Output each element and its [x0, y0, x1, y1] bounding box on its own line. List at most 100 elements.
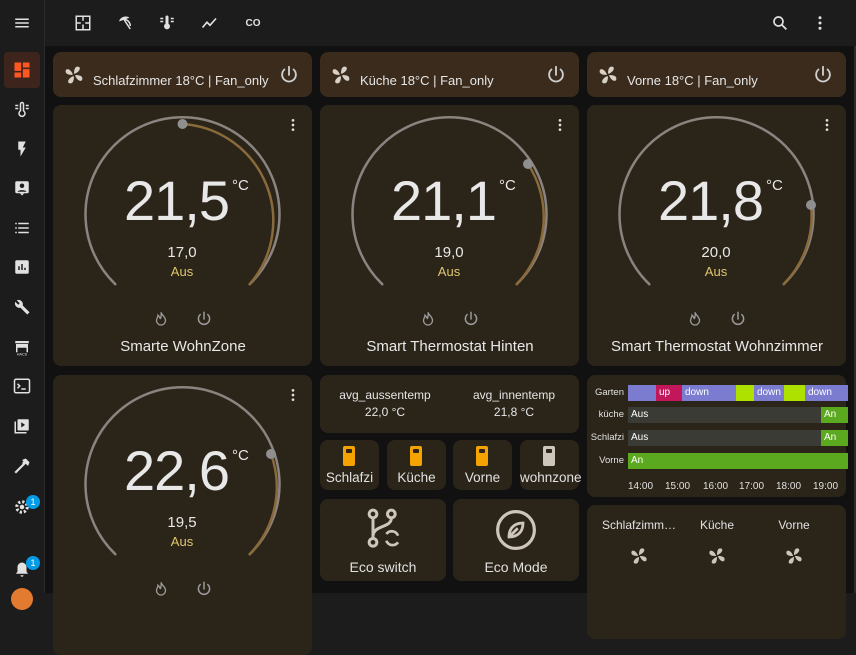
device-button[interactable]: Schlafzi: [320, 440, 379, 490]
device-button[interactable]: Küche: [387, 440, 446, 490]
timeline-segment[interactable]: [736, 385, 754, 401]
timeline-row-label: Schlafzi: [590, 432, 624, 443]
avg-inside-value: 21,8 °C: [493, 405, 535, 419]
flame-icon[interactable]: [419, 310, 437, 328]
more-info-icon[interactable]: [285, 117, 301, 133]
target-temperature: 17,0: [167, 244, 197, 261]
eco-mode-button[interactable]: Eco Mode: [453, 499, 579, 581]
radiator-valve-icon: [476, 446, 488, 466]
fan-icon: [65, 66, 83, 84]
current-temperature: 21,8: [658, 169, 764, 232]
climate-header-card[interactable]: Schlafzimmer 18°C | Fan_only: [53, 52, 312, 97]
temperature-unit: °C: [232, 177, 249, 194]
device-button[interactable]: wohnzone: [520, 440, 582, 490]
temperature-unit: °C: [499, 177, 516, 194]
timeline-tick-label: 15:00: [665, 481, 691, 492]
eco-mode-label: Eco Mode: [484, 559, 548, 575]
sidebar-item-terminal[interactable]: [0, 368, 44, 404]
more-menu-button[interactable]: [808, 11, 832, 35]
hvac-mode: Aus: [437, 264, 461, 279]
avatar[interactable]: [11, 588, 33, 610]
floorplan-icon: [75, 15, 91, 31]
thermostat-dial[interactable]: [320, 105, 579, 366]
tab-weather[interactable]: [113, 11, 137, 35]
tab-history[interactable]: [198, 11, 222, 35]
thermostat-card[interactable]: 22,6 °C 19,5 Aus: [53, 375, 312, 655]
leaf-circle-icon: [496, 510, 536, 550]
more-info-icon[interactable]: [819, 117, 835, 133]
climate-header-card[interactable]: Vorne 18°C | Fan_only: [587, 52, 846, 97]
thermostat-card[interactable]: 21,1 °C 19,0 Aus Smart Thermostat Hinten: [320, 105, 579, 366]
thermostat-name: Smarte WohnZone: [120, 338, 246, 355]
climate-header-card[interactable]: Küche 18°C | Fan_only: [320, 52, 579, 97]
tab-thermometer[interactable]: [155, 11, 179, 35]
dots-vertical-icon: [818, 16, 822, 30]
search-icon: [773, 16, 788, 31]
co-icon: CO: [245, 17, 261, 29]
sidebar-item-thermo[interactable]: [0, 92, 44, 128]
device-label: Schlafzi: [325, 470, 374, 485]
flame-icon[interactable]: [152, 310, 170, 328]
sidebar-item-dev-tools[interactable]: [0, 448, 44, 484]
timeline-segment[interactable]: up: [656, 385, 682, 401]
timeline-segment[interactable]: Aus: [628, 430, 821, 446]
sidebar-item-energy[interactable]: [0, 131, 44, 167]
flame-icon[interactable]: [152, 580, 170, 598]
sidebar-item-history[interactable]: [0, 249, 44, 285]
sidebar-item-notifications[interactable]: 1: [0, 552, 44, 588]
device-button[interactable]: Vorne: [453, 440, 512, 490]
timeline-segment[interactable]: down: [682, 385, 736, 401]
source-branch-sync-icon: [367, 508, 400, 548]
fan-icon[interactable]: [629, 546, 649, 566]
dashboard-view: Schlafzimmer 18°C | Fan_only Küche 18°C …: [45, 46, 856, 655]
timeline-row-label: Garten: [594, 387, 624, 398]
thermostat-dial[interactable]: [53, 105, 312, 366]
flame-icon[interactable]: [686, 310, 704, 328]
more-info-icon[interactable]: [552, 117, 568, 133]
timeline-segment[interactable]: Aus: [628, 407, 821, 423]
power-icon[interactable]: [195, 580, 213, 598]
timeline-segment[interactable]: down: [805, 385, 848, 401]
tab-co[interactable]: CO: [241, 11, 265, 35]
sidebar-item-store[interactable]: HACS: [0, 329, 44, 365]
timeline-row-label: Vorne: [599, 455, 624, 466]
search-button[interactable]: [768, 11, 792, 35]
menu-button[interactable]: [0, 0, 44, 46]
sidebar-item-media[interactable]: [0, 408, 44, 444]
timeline-segment[interactable]: [628, 385, 656, 401]
power-icon[interactable]: [462, 310, 480, 328]
fan-icon[interactable]: [707, 546, 727, 566]
temperature-unit: °C: [766, 177, 783, 194]
power-icon[interactable]: [812, 64, 834, 86]
avg-outside-label: avg_aussentemp: [339, 388, 431, 402]
timeline-segment[interactable]: down: [754, 385, 784, 401]
more-info-icon[interactable]: [285, 387, 301, 403]
history-timeline-card: Garten up down down down küche Aus An Schlafzi Au…: [587, 375, 848, 497]
device-label: wohnzone: [520, 470, 582, 485]
chart-box-icon: [15, 260, 29, 274]
timeline-tick-label: 14:00: [628, 481, 654, 492]
timeline-segment[interactable]: An: [628, 453, 848, 469]
power-icon[interactable]: [729, 310, 747, 328]
timeline-segment[interactable]: [784, 385, 805, 401]
timeline-segment[interactable]: An: [821, 430, 848, 446]
thermostat-card[interactable]: 21,5 °C 17,0 Aus Smarte WohnZone: [53, 105, 312, 366]
sidebar-item-overview[interactable]: [0, 52, 44, 88]
tab-floorplan[interactable]: [71, 11, 95, 35]
current-temperature: 21,1: [391, 169, 497, 232]
sidebar-item-person[interactable]: [0, 170, 44, 206]
power-icon[interactable]: [278, 64, 300, 86]
power-icon[interactable]: [545, 64, 567, 86]
sidebar-item-list[interactable]: [0, 210, 44, 246]
thermostat-dial[interactable]: [587, 105, 846, 366]
thermostat-card[interactable]: 21,8 °C 20,0 Aus Smart Thermostat Wohnzi…: [587, 105, 846, 366]
timeline-segment[interactable]: An: [821, 407, 848, 423]
timeline-tick-label: 17:00: [739, 481, 765, 492]
sidebar: HACS 1 1: [0, 0, 45, 610]
sidebar-item-tools[interactable]: [0, 289, 44, 325]
current-temperature: 22,6: [124, 439, 230, 502]
sidebar-item-settings[interactable]: 1: [0, 489, 44, 525]
fan-icon[interactable]: [784, 546, 804, 566]
eco-switch-button[interactable]: Eco switch: [320, 499, 446, 581]
power-icon[interactable]: [195, 310, 213, 328]
